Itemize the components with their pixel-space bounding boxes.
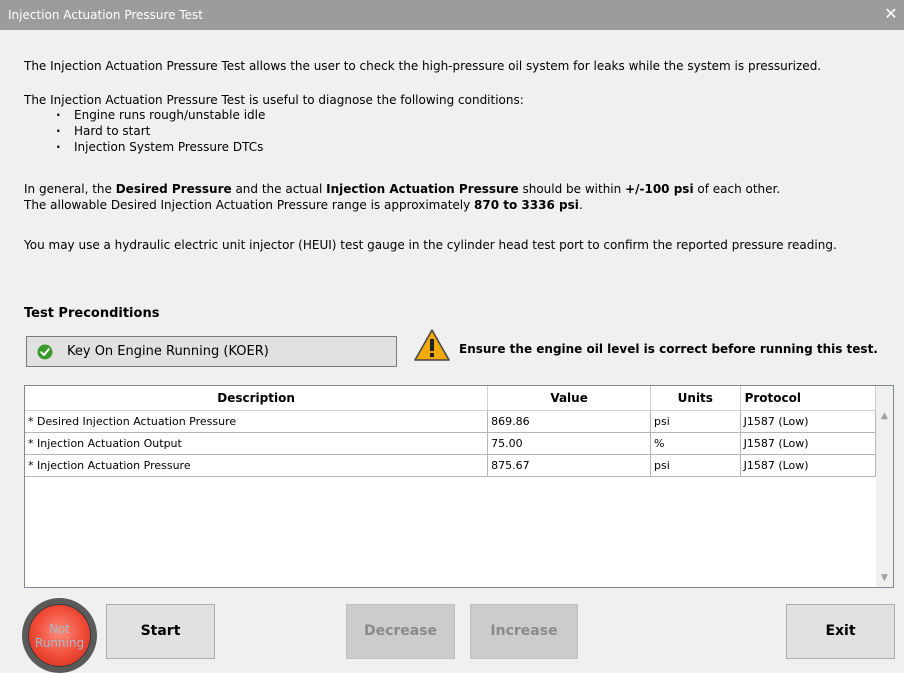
exit-button[interactable]: Exit [786, 604, 895, 659]
scroll-down-icon[interactable]: ▼ [876, 570, 893, 587]
title-bar: Injection Actuation Pressure Test ✕ [0, 0, 904, 30]
cell-protocol: J1587 (Low) [740, 432, 877, 455]
status-line-2: Running [34, 635, 85, 650]
cell-value: 75.00 [487, 432, 652, 455]
table-scrollbar[interactable]: ▲ ▼ [876, 386, 893, 587]
check-circle-icon [37, 344, 53, 360]
cell-protocol: J1587 (Low) [740, 454, 877, 477]
column-header-value[interactable]: Value [487, 386, 652, 411]
column-header-protocol[interactable]: Protocol [740, 386, 877, 411]
column-header-description[interactable]: Description [25, 386, 489, 411]
increase-button[interactable]: Increase [470, 604, 578, 659]
condition-item: Hard to start [56, 123, 265, 139]
oil-warning-text: Ensure the engine oil level is correct b… [459, 342, 878, 356]
status-indicator: Not Running [22, 598, 97, 673]
conditions-list: Engine runs rough/unstable idle Hard to … [56, 107, 265, 155]
cell-units: psi [650, 410, 741, 433]
cell-description: * Desired Injection Actuation Pressure [25, 410, 489, 433]
cell-description: * Injection Actuation Output [25, 432, 489, 455]
conditions-title: The Injection Actuation Pressure Test is… [24, 93, 524, 107]
window-title: Injection Actuation Pressure Test [8, 8, 204, 22]
koer-label: Key On Engine Running (KOER) [67, 344, 269, 359]
status-light-icon: Not Running [28, 604, 91, 667]
table-row[interactable]: * Injection Actuation Output 75.00 % J15… [25, 432, 877, 455]
cell-units: psi [650, 454, 741, 477]
start-button[interactable]: Start [106, 604, 215, 659]
table-header-row: Description Value Units Protocol [25, 386, 877, 411]
dialog-content: The Injection Actuation Pressure Test al… [0, 30, 904, 673]
table-row[interactable]: * Desired Injection Actuation Pressure 8… [25, 410, 877, 433]
intro-text: The Injection Actuation Pressure Test al… [24, 59, 822, 73]
heui-text: You may use a hydraulic electric unit in… [24, 238, 837, 252]
range-text: The allowable Desired Injection Actuatio… [24, 198, 583, 212]
scroll-up-icon[interactable]: ▲ [876, 408, 893, 425]
table-row[interactable]: * Injection Actuation Pressure 875.67 ps… [25, 454, 877, 477]
cell-protocol: J1587 (Low) [740, 410, 877, 433]
status-line-1: Not [48, 621, 71, 636]
warning-triangle-icon [414, 329, 450, 361]
parameter-table: Description Value Units Protocol * Desir… [24, 385, 894, 588]
condition-item: Injection System Pressure DTCs [56, 139, 265, 155]
column-header-units[interactable]: Units [650, 386, 741, 411]
koer-precondition: Key On Engine Running (KOER) [26, 336, 397, 367]
cell-units: % [650, 432, 741, 455]
general-text: In general, the Desired Pressure and the… [24, 182, 781, 196]
decrease-button[interactable]: Decrease [346, 604, 455, 659]
preconditions-title: Test Preconditions [24, 306, 160, 321]
close-icon[interactable]: ✕ [882, 4, 900, 24]
cell-value: 875.67 [487, 454, 652, 477]
cell-value: 869.86 [487, 410, 652, 433]
condition-item: Engine runs rough/unstable idle [56, 107, 265, 123]
cell-description: * Injection Actuation Pressure [25, 454, 489, 477]
